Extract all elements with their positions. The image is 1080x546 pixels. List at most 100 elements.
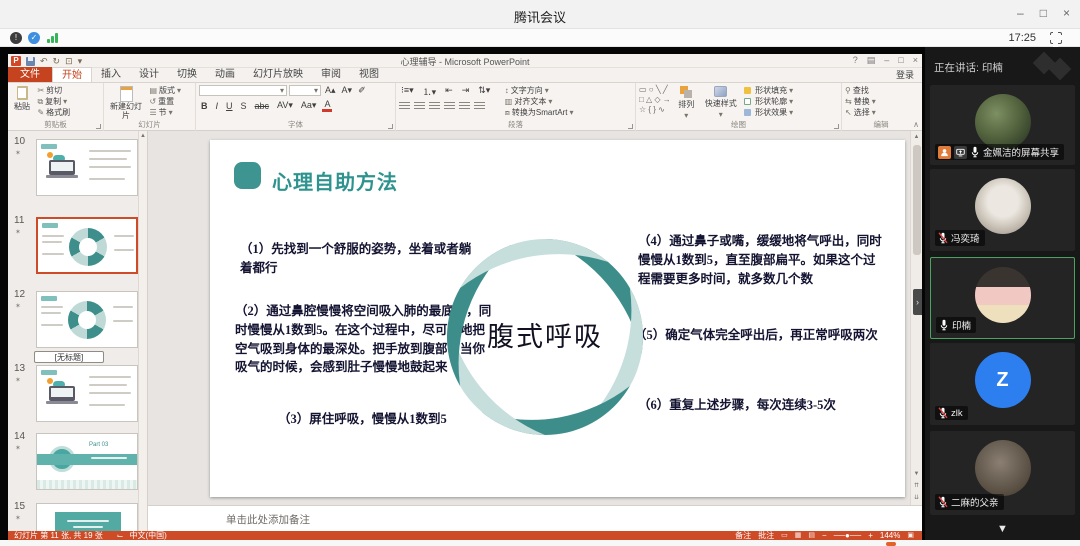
ppt-restore-icon[interactable]: □ [898,55,903,66]
cut-button[interactable]: ✂剪切 [37,85,70,96]
sign-in-link[interactable]: 登录 [896,68,914,83]
text-direction-button[interactable]: ↕文字方向 ▾ [505,85,574,96]
clipboard-dialog-launcher[interactable] [96,124,101,129]
slide-thumbnail-10[interactable] [36,139,138,196]
grow-font-button[interactable]: A▴ [323,85,338,96]
slide[interactable]: 心理自助方法 （1）先找到一个舒服的姿势，坐着或者躺着都行 （2）通过鼻腔慢慢将… [210,140,905,497]
slide-thumbnail-15[interactable] [36,503,138,531]
tab-view[interactable]: 视图 [350,67,388,82]
shape-fill-button[interactable]: 形状填充 ▾ [744,85,793,96]
new-slide-button[interactable]: 新建幻灯片 [107,85,145,122]
underline-button[interactable]: U [224,101,235,111]
zoom-out-icon[interactable]: − [822,531,827,540]
tab-slideshow[interactable]: 幻灯片放映 [244,67,312,82]
slide-thumbnail-13[interactable] [36,365,138,422]
slide-thumbnail-12[interactable] [36,291,138,348]
scroll-down-icon[interactable]: ▼ [911,469,922,479]
tab-insert[interactable]: 插入 [92,67,130,82]
participant-tile-speaking[interactable]: 印楠 [930,257,1075,339]
zoom-slider[interactable]: ──●── [834,531,862,540]
maximize-icon[interactable]: □ [1040,6,1047,20]
section-button[interactable]: ☰节 ▾ [149,107,181,118]
tab-file[interactable]: 文件 [8,67,52,82]
notes-toggle[interactable]: 备注 [735,531,751,540]
panel-collapse-handle[interactable]: › [913,289,922,315]
slide-thumbnail-11-selected[interactable] [36,217,138,274]
collapse-ribbon-icon[interactable]: ∧ [913,120,919,129]
replace-button[interactable]: ⇆替换 ▾ [845,96,876,107]
tab-design[interactable]: 设计 [130,67,168,82]
participant-tile[interactable]: Z zlk [930,343,1075,425]
align-text-button[interactable]: ▥对齐文本 ▾ [505,96,574,107]
scroll-up-icon[interactable]: ▲ [911,132,922,142]
font-size-select[interactable]: ▾ [289,85,321,96]
outdent-button[interactable]: ⇤ [443,85,455,98]
close-icon[interactable]: × [1063,6,1070,20]
italic-button[interactable]: I [214,101,221,111]
thumbnail-scrollbar[interactable]: ▲ [138,131,147,531]
bold-button[interactable]: B [199,101,210,111]
shape-outline-button[interactable]: 形状轮廓 ▾ [744,96,793,107]
align-center-button[interactable] [414,102,425,111]
indent-button[interactable]: ⇥ [460,85,472,98]
notes-pane[interactable]: 单击此处添加备注 [148,505,922,531]
drawing-dialog-launcher[interactable] [834,124,839,129]
participant-tile[interactable]: 二麻的父亲 [930,431,1075,515]
add-column-button[interactable] [474,102,485,111]
smartart-button[interactable]: ⧈转换为SmartArt ▾ [505,107,574,118]
slide-thumbnail-14[interactable]: Part 03 [36,433,138,490]
numbering-button[interactable]: ⒈▾ [421,85,439,98]
normal-view-icon[interactable]: ▭ [781,531,788,540]
change-case-button[interactable]: Aa▾ [299,100,319,111]
zoom-level[interactable]: 144% [880,531,900,540]
font-color-button[interactable]: A [322,99,332,112]
shape-effects-button[interactable]: 形状效果 ▾ [744,107,793,118]
slide-scrollbar[interactable]: ▲ ▼ ⇈ ⇊ [910,131,922,505]
reset-button[interactable]: ↺重置 [149,96,181,107]
participant-tile[interactable]: 冯奕琦 [930,169,1075,251]
select-button[interactable]: ↖选择 ▾ [845,107,876,118]
columns-button[interactable] [459,102,470,111]
zoom-in-icon[interactable]: + [868,531,873,540]
security-shield-icon[interactable]: ✓ [28,32,40,44]
arrange-button[interactable]: 排列▾ [675,85,697,121]
shrink-font-button[interactable]: A▾ [340,85,355,96]
paste-button[interactable]: 粘贴 [11,85,33,113]
fit-slide-icon[interactable]: ▣ [907,531,914,540]
ppt-minimize-icon[interactable]: – [884,55,889,66]
comments-toggle[interactable]: 批注 [758,531,774,540]
scrollbar-thumb[interactable] [913,145,921,255]
ribbon-options-icon[interactable]: ▤ [867,55,876,66]
strikethrough-button[interactable]: abc [253,101,272,111]
tab-transitions[interactable]: 切换 [168,67,206,82]
participant-tile-screen-share[interactable]: 金姵洁的屏幕共享 [930,85,1075,165]
justify-button[interactable] [444,102,455,111]
copy-button[interactable]: ⧉复制 ▾ [37,96,70,107]
tab-home[interactable]: 开始 [52,67,92,82]
line-spacing-button[interactable]: ⇅▾ [476,85,492,98]
next-slide-icon[interactable]: ⇊ [911,493,922,503]
align-left-button[interactable] [399,102,410,111]
paragraph-dialog-launcher[interactable] [628,124,633,129]
minimize-icon[interactable]: – [1017,6,1024,20]
clear-format-button[interactable]: ✐ [356,85,368,96]
align-right-button[interactable] [429,102,440,111]
meeting-info-icon[interactable]: ! [10,32,22,44]
tab-review[interactable]: 审阅 [312,67,350,82]
quick-styles-button[interactable]: 快速样式▾ [702,85,740,120]
reading-view-icon[interactable]: ▤ [808,531,815,540]
shadow-button[interactable]: S [239,101,249,111]
layout-button[interactable]: ▤版式 ▾ [149,85,181,96]
scroll-up-icon[interactable]: ▲ [139,133,147,139]
bullets-button[interactable]: ⁝≡▾ [399,85,416,98]
help-icon[interactable]: ? [853,55,858,66]
ppt-close-icon[interactable]: × [913,55,918,66]
find-button[interactable]: ⚲查找 [845,85,876,96]
sorter-view-icon[interactable]: ▦ [795,531,802,540]
shapes-gallery[interactable]: ▭ ○ ╲ ╱ □ △ ◇ → ☆ { } ∿ [639,85,671,115]
previous-slide-icon[interactable]: ⇈ [911,481,922,491]
font-name-select[interactable]: ▾ [199,85,287,96]
format-painter-button[interactable]: ✎格式刷 [37,107,70,118]
fullscreen-icon[interactable] [1050,32,1062,44]
spellcheck-icon[interactable]: ⌙ [103,531,124,540]
